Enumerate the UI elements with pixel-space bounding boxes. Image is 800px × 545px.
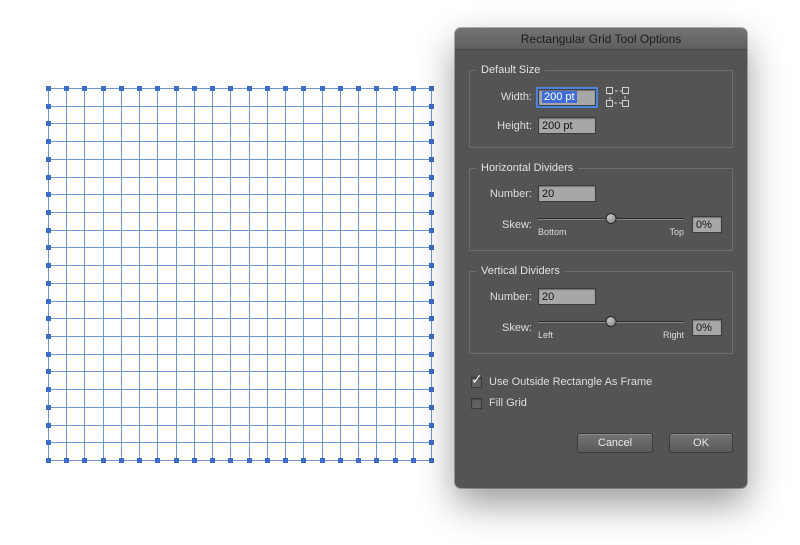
height-input[interactable]: 200 pt	[538, 117, 596, 134]
cancel-button[interactable]: Cancel	[577, 433, 653, 453]
dialog-button-row: Cancel OK	[469, 433, 733, 453]
hdiv-skew-value: 0%	[696, 218, 712, 231]
hdiv-skew-max-label: Top	[669, 227, 684, 237]
vdiv-skew-input[interactable]: 0%	[692, 319, 722, 336]
hdiv-skew-label: Skew:	[502, 218, 532, 231]
hdiv-skew-slider-thumb[interactable]	[605, 213, 617, 224]
fill-grid-checkbox[interactable]: ✓	[471, 397, 482, 409]
vdiv-number-row: Number: 20	[480, 288, 722, 305]
horizontal-dividers-legend: Horizontal Dividers	[476, 162, 579, 174]
width-label: Width:	[500, 91, 532, 103]
vdiv-skew-label: Skew:	[502, 321, 532, 334]
height-label: Height:	[497, 119, 532, 132]
use-outside-rectangle-label: Use Outside Rectangle As Frame	[489, 376, 653, 388]
hdiv-skew-slider[interactable]: Bottom Top	[538, 212, 684, 237]
width-row: Width: 200 pt	[480, 87, 722, 107]
default-size-group: Default Size Width: 200 pt Height: 200 p…	[469, 64, 733, 148]
use-outside-rectangle-checkbox[interactable]: ✓	[471, 371, 483, 388]
vdiv-skew-max-label: Right	[662, 330, 684, 340]
ok-button[interactable]: OK	[669, 433, 733, 453]
width-value: 200 pt	[542, 91, 577, 103]
vdiv-skew-value: 0%	[696, 321, 712, 334]
hdiv-number-row: Number: 20	[480, 185, 722, 202]
height-row: Height: 200 pt	[480, 117, 722, 134]
vdiv-number-value: 20	[542, 290, 555, 303]
vertical-dividers-group: Vertical Dividers Number: 20 Skew: Left …	[469, 265, 733, 354]
rectangular-grid-tool-options-dialog: Rectangular Grid Tool Options Default Si…	[455, 28, 747, 488]
vdiv-number-input[interactable]: 20	[538, 288, 596, 305]
canvas-grid-object[interactable]	[45, 85, 434, 463]
vdiv-skew-slider-thumb[interactable]	[605, 316, 617, 327]
grid-svg	[46, 86, 434, 463]
width-input[interactable]: 200 pt	[538, 88, 596, 106]
hdiv-skew-input[interactable]: 0%	[692, 216, 722, 233]
checkmark-icon: ✓	[471, 370, 483, 387]
fill-grid-label: Fill Grid	[489, 397, 527, 409]
hdiv-number-input[interactable]: 20	[538, 185, 596, 202]
default-size-legend: Default Size	[476, 64, 546, 76]
hdiv-skew-min-label: Bottom	[538, 227, 567, 237]
dialog-titlebar[interactable]: Rectangular Grid Tool Options	[455, 28, 747, 50]
dialog-title: Rectangular Grid Tool Options	[520, 31, 682, 46]
vertical-dividers-legend: Vertical Dividers	[476, 265, 565, 277]
vdiv-skew-slider[interactable]: Left Right	[538, 315, 684, 340]
hdiv-number-label: Number:	[489, 187, 532, 200]
height-value: 200 pt	[542, 119, 573, 132]
vdiv-number-label: Number:	[489, 290, 532, 303]
horizontal-dividers-group: Horizontal Dividers Number: 20 Skew: Bot…	[469, 162, 733, 251]
vdiv-skew-row: Skew: Left Right 0%	[480, 315, 722, 340]
fill-grid-row[interactable]: ✓ Fill Grid	[471, 397, 731, 409]
rectangular-grid-tool-icon	[606, 87, 629, 107]
vdiv-skew-min-label: Left	[538, 330, 554, 340]
hdiv-number-value: 20	[542, 187, 555, 200]
hdiv-skew-row: Skew: Bottom Top 0%	[480, 212, 722, 237]
use-outside-rectangle-row[interactable]: ✓ Use Outside Rectangle As Frame	[471, 371, 731, 388]
